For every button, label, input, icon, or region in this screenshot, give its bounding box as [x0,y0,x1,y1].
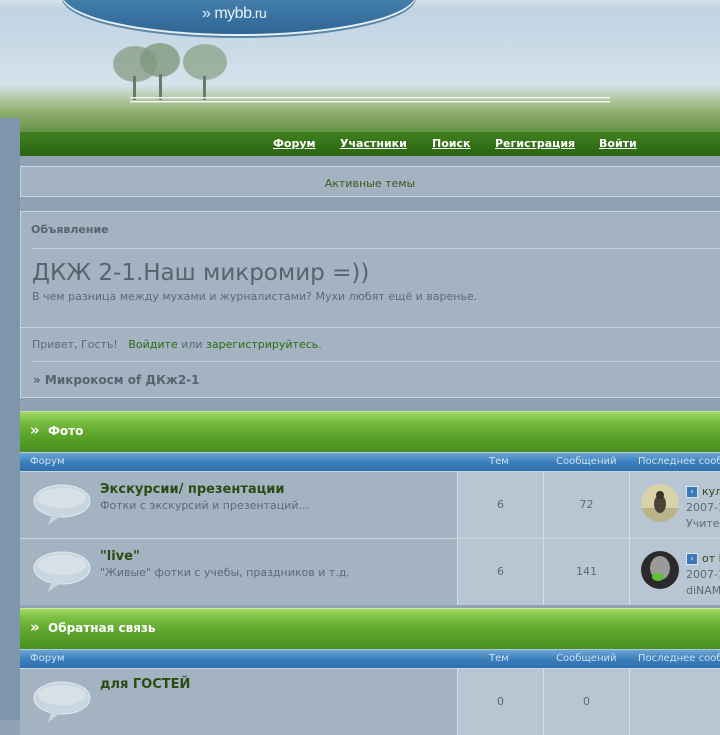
nav-register[interactable]: Регистрация [495,137,575,150]
topics-cell: 0 [457,669,543,735]
forum-row: Экскурсии/ презентации Фотки с экскурсий… [20,471,720,538]
forum-main-cell: для ГОСТЕЙ [20,669,457,735]
forum-row: для ГОСТЕЙ 0 0 [20,668,720,735]
category-feedback: » Обратная связь Форум Тем Сообщений Пос… [20,608,720,735]
forum-title[interactable]: для ГОСТЕЙ [100,677,190,692]
announcement-subtitle: В чем разница между мухами и журналистам… [32,290,478,303]
last-post-topic[interactable]: от I [702,552,720,565]
go-to-post-icon[interactable]: › [686,486,698,498]
column-header-row: Форум Тем Сообщений Последнее сооб [20,452,720,471]
forum-title[interactable]: "live" [100,549,140,564]
forum-bubble-icon [33,551,91,592]
nav-members[interactable]: Участники [340,137,407,150]
register-link[interactable]: зарегистрируйтесь [206,338,318,351]
topics-count: 6 [497,498,504,511]
forum-description: Фотки с экскурсий и презентаций... [100,499,309,512]
logo-main: » mybb [202,5,252,22]
col-last-post: Последнее сооб [638,653,720,664]
posts-cell: 0 [543,669,629,735]
forum-description: "Живые" фотки с учебы, праздников и т.д. [100,566,350,579]
site-logo[interactable]: » mybb.ru [202,5,267,23]
posts-cell: 72 [543,472,629,538]
active-topics-link[interactable]: Активные темы [21,177,719,190]
greeting: Привет, Гость! [32,338,118,351]
nav-search[interactable]: Поиск [432,137,470,150]
logo-suffix: .ru [251,5,267,21]
site-header: » mybb.ru Форум Участники Поиск Регистра… [0,0,720,156]
category-header: » Обратная связь [20,608,720,649]
category-photo: » Фото Форум Тем Сообщений Последнее соо… [20,411,720,605]
active-topics-bar: Активные темы [20,166,720,197]
last-post-cell: › от I 2007-1 diNAM [629,539,720,605]
last-post-date: 2007-1 [686,501,720,514]
forum-title[interactable]: Экскурсии/ презентации [100,482,285,497]
col-forum: Форум [30,456,65,467]
col-topics: Тем [489,456,509,467]
forum-main-cell: Экскурсии/ презентации Фотки с экскурсий… [20,472,457,538]
last-post-cell [629,669,720,735]
topics-count: 6 [497,565,504,578]
topics-count: 0 [497,695,504,708]
double-chevron-icon: » [30,421,40,439]
col-posts: Сообщений [556,653,617,664]
left-border-strip [0,118,20,720]
col-last-post: Последнее сооб [638,456,720,467]
posts-count: 141 [576,565,597,578]
forum-main-cell: "live" "Живые" фотки с учебы, праздников… [20,539,457,605]
login-link[interactable]: Войдите [128,338,177,351]
category-title[interactable]: Фото [48,424,83,438]
announcement-panel: Объявление ДКЖ 2-1.Наш микромир =)) В че… [20,211,720,342]
last-post-user: diNAM [686,584,720,597]
welcome-line: Привет, Гость! Войдите или зарегистрируй… [32,338,322,351]
last-post-user: Учите [686,517,720,530]
col-forum: Форум [30,653,65,664]
posts-count: 0 [583,695,590,708]
col-posts: Сообщений [556,456,617,467]
topics-cell: 6 [457,472,543,538]
last-post-cell: › кул 2007-1 Учите [629,472,720,538]
topics-cell: 6 [457,539,543,605]
announcement-header: Объявление [31,223,109,236]
forum-bubble-icon [33,484,91,525]
or-text: или [181,338,203,351]
breadcrumb[interactable]: » Микрокосм of ДКж2-1 [33,373,200,387]
column-header-row: Форум Тем Сообщений Последнее сооб [20,649,720,668]
col-topics: Тем [489,653,509,664]
last-post-topic[interactable]: кул [702,485,720,498]
category-title[interactable]: Обратная связь [48,621,155,635]
posts-count: 72 [579,498,594,511]
welcome-panel: Привет, Гость! Войдите или зарегистрируй… [20,327,720,398]
avatar[interactable] [641,484,679,522]
go-to-post-icon[interactable]: › [686,553,698,565]
period: . [318,338,322,351]
divider [31,248,720,249]
nav-forum[interactable]: Форум [273,137,316,150]
fence-illustration [130,97,610,103]
last-post-date: 2007-1 [686,568,720,581]
nav-login[interactable]: Войти [599,137,637,150]
forum-row: "live" "Живые" фотки с учебы, праздников… [20,538,720,605]
divider [31,361,720,362]
posts-cell: 141 [543,539,629,605]
double-chevron-icon: » [30,618,40,636]
category-header: » Фото [20,411,720,452]
announcement-title: ДКЖ 2-1.Наш микромир =)) [32,260,370,286]
forum-bubble-icon [33,681,91,722]
avatar[interactable] [641,551,679,589]
